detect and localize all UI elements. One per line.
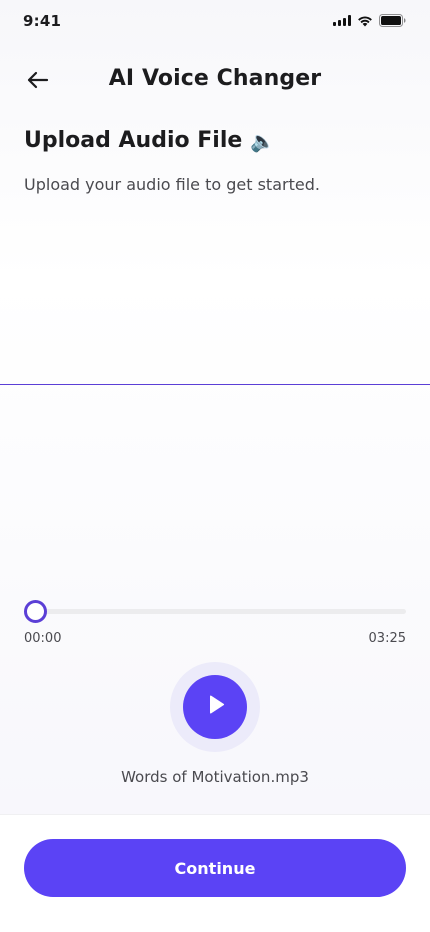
audio-file-name: Words of Motivation.mp3 (121, 768, 309, 786)
wifi-icon (357, 15, 373, 27)
divider-line (0, 384, 430, 385)
page-title: AI Voice Changer (108, 66, 322, 91)
upload-title-text: Upload Audio File (24, 128, 243, 153)
upload-subtitle: Upload your audio file to get started. (24, 175, 320, 194)
status-time: 9:41 (23, 12, 62, 30)
total-time: 03:25 (368, 631, 406, 646)
upload-title: Upload Audio File 🔈 (24, 128, 275, 153)
status-bar: 9:41 (0, 0, 430, 44)
bottom-bar: Continue (0, 814, 430, 932)
continue-button[interactable]: Continue (24, 839, 406, 897)
play-button[interactable] (183, 675, 247, 739)
status-icons (333, 14, 406, 27)
progress-track[interactable] (36, 609, 406, 614)
current-time: 00:00 (24, 631, 62, 646)
app-header: AI Voice Changer (0, 56, 430, 104)
progress-thumb[interactable] (24, 600, 47, 623)
play-icon (202, 692, 228, 722)
battery-icon (379, 14, 406, 27)
app-screen: 9:41 AI Voice Changer Upload Audio File … (0, 0, 430, 932)
speaker-icon: 🔈 (250, 128, 276, 153)
signal-icon (333, 15, 351, 26)
